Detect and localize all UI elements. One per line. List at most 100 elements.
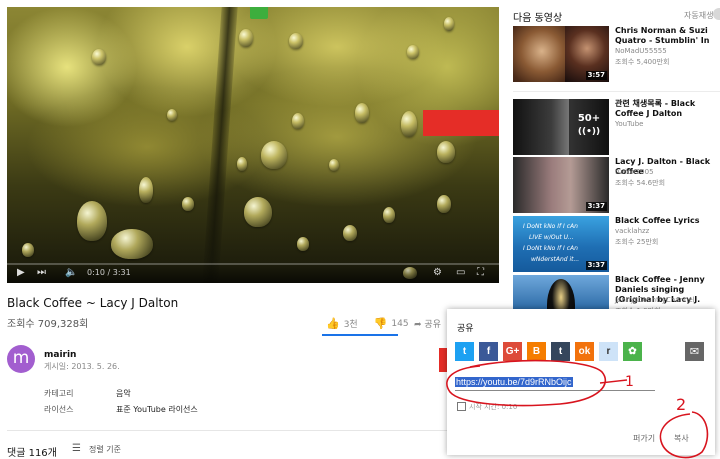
comments-count: 댓글 116개 — [7, 448, 57, 459]
player-controls — [7, 263, 499, 283]
video-frame-drop — [111, 229, 153, 259]
copy-button[interactable]: 복사 — [674, 433, 689, 444]
sort-icon[interactable]: ☰ — [72, 443, 81, 454]
duration-badge: 3:37 — [585, 261, 607, 270]
related-playlist-item[interactable]: 50+ ((•)) 관련 채생목록 - Black Coffee J Dalto… — [513, 99, 720, 157]
share-button-label: 공유 — [424, 320, 441, 330]
related-video-views: 조회수 5,400만회 — [615, 58, 670, 66]
odnoklassniki-share-icon[interactable]: ok — [575, 342, 594, 361]
related-video-views: 조회수 25만회 — [615, 238, 659, 246]
thumbs-up-icon[interactable]: 👍 — [326, 317, 340, 330]
share-dialog: 공유 ✉ https://youtu.be/7d9rRNbOijc 시작 시간:… — [447, 309, 715, 455]
share-url-selected-text[interactable]: https://youtu.be/7d9rRNbOijc — [455, 377, 573, 387]
avatar[interactable]: m — [7, 345, 35, 373]
radio-waves-icon: ((•)) — [577, 127, 601, 137]
video-frame-drop — [22, 243, 34, 257]
playlist-count: 50+ — [577, 113, 601, 124]
related-video-title[interactable]: Chris Norman & Suzi Quatro - Stumblin' I… — [615, 26, 720, 46]
thumbnail-lyric-line: wNderstAnd it... — [531, 256, 580, 263]
video-frame-drop — [383, 207, 395, 223]
divider — [513, 91, 720, 92]
video-frame-drop — [437, 195, 451, 213]
thumbs-down-icon[interactable]: 👎 — [374, 317, 388, 330]
video-title: Black Coffee ~ Lacy J Dalton — [7, 296, 179, 310]
video-frame-drop — [261, 141, 287, 169]
divider — [7, 430, 447, 431]
play-icon[interactable]: ▶ — [17, 267, 25, 279]
video-frame-drop — [237, 157, 247, 171]
video-frame-drop — [444, 17, 454, 31]
video-player[interactable]: ▶ ⏭ 🔈 0:10 / 3:31 ⚙ ▭ ⛶ — [7, 7, 499, 283]
theater-mode-icon[interactable]: ▭ — [456, 267, 465, 279]
share-dialog-title: 공유 — [457, 324, 474, 334]
video-frame-drop — [182, 197, 194, 211]
video-frame-drop — [343, 225, 357, 241]
video-thumbnail[interactable]: 50+ ((•)) — [513, 99, 609, 155]
overlay-badge — [250, 7, 268, 19]
like-count[interactable]: 3천 — [344, 317, 358, 330]
related-video-channel: turion2005 — [615, 168, 654, 176]
video-frame-drop — [77, 201, 107, 241]
video-thumbnail[interactable]: 3:37 — [513, 157, 609, 213]
video-frame-drop — [167, 109, 177, 121]
view-count: 조회수 709,328회 — [7, 319, 89, 330]
playlist-count-overlay: 50+ ((•)) — [569, 99, 609, 155]
googleplus-share-icon[interactable]: G+ — [503, 342, 522, 361]
autoplay-toggle[interactable] — [713, 8, 720, 20]
email-icon[interactable]: ✉ — [685, 342, 704, 361]
progress-bar[interactable] — [7, 263, 499, 265]
video-frame-drop — [239, 29, 253, 47]
subscribe-button[interactable] — [439, 348, 447, 372]
next-icon[interactable]: ⏭ — [37, 267, 46, 279]
autoplay-label: 자동재생 — [684, 11, 714, 20]
license-label: 라이선스 — [44, 405, 74, 414]
dislike-count[interactable]: 145 — [391, 319, 408, 329]
embed-button[interactable]: 퍼가기 — [633, 433, 655, 444]
related-video-views: 조회수 54.6만회 — [615, 179, 666, 187]
time-display: 0:10 / 3:31 — [87, 268, 131, 277]
like-ratio-bar — [322, 334, 398, 336]
video-frame-drop — [289, 33, 303, 49]
volume-icon[interactable]: 🔈 — [65, 267, 77, 279]
reddit-share-icon[interactable]: r — [599, 342, 618, 361]
related-video-title[interactable]: 관련 채생목록 - Black Coffee J Dalton — [615, 99, 720, 119]
related-video-item[interactable]: I DoNt kNo If I cAn LIVE w/Out U... I Do… — [513, 216, 720, 274]
related-video-item[interactable]: 3:57 Chris Norman & Suzi Quatro - Stumbl… — [513, 26, 720, 84]
blogger-share-icon[interactable]: B — [527, 342, 546, 361]
thumbnail-lyric-line: I DoNt kNo If I cAn — [523, 245, 578, 252]
start-at-checkbox[interactable] — [457, 402, 466, 411]
duration-badge: 3:57 — [585, 71, 607, 80]
share-button[interactable]: ➦ 공유 — [414, 317, 441, 330]
share-icon: ➦ — [414, 320, 422, 330]
twitter-share-icon[interactable]: t — [455, 342, 474, 361]
category-value[interactable]: 음악 — [116, 388, 131, 399]
video-thumbnail[interactable]: 3:57 — [513, 26, 609, 82]
settings-icon[interactable]: ⚙ — [433, 267, 442, 279]
related-video-title[interactable]: Black Coffee Lyrics — [615, 216, 720, 226]
share-url-input[interactable]: https://youtu.be/7d9rRNbOijc — [455, 375, 655, 391]
video-frame-drop — [437, 141, 455, 163]
related-video-item[interactable]: 3:37 Lacy J. Dalton - Black Coffee turio… — [513, 157, 720, 215]
video-thumbnail[interactable]: I DoNt kNo If I cAn LIVE w/Out U... I Do… — [513, 216, 609, 272]
start-at-label: 시작 시간: 0:10 — [469, 403, 518, 411]
duration-badge: 3:37 — [585, 202, 607, 211]
video-frame-drop — [297, 237, 309, 251]
facebook-share-icon[interactable]: f — [479, 342, 498, 361]
video-frame-drop — [244, 197, 272, 227]
video-frame-drop — [292, 113, 304, 129]
up-next-heading: 다음 동영상 — [513, 13, 563, 24]
video-frame-drop — [329, 159, 339, 171]
video-frame-drop — [139, 177, 153, 203]
channel-name[interactable]: mairin — [44, 350, 76, 360]
sort-button[interactable]: 정렬 기준 — [89, 444, 121, 455]
video-frame-drop — [407, 45, 419, 59]
license-value: 표준 YouTube 라이선스 — [116, 405, 198, 414]
video-frame-tree — [202, 7, 238, 283]
related-video-channel: vacklahzz — [615, 227, 650, 235]
video-frame-drop — [401, 111, 417, 137]
like-dislike-bar: 👍 3천 👎 145 — [326, 317, 409, 330]
tumblr-share-icon[interactable]: t — [551, 342, 570, 361]
vk-share-icon[interactable]: ✿ — [623, 342, 642, 361]
related-video-channel: NoMadU55555 — [615, 47, 667, 55]
fullscreen-icon[interactable]: ⛶ — [477, 267, 484, 279]
